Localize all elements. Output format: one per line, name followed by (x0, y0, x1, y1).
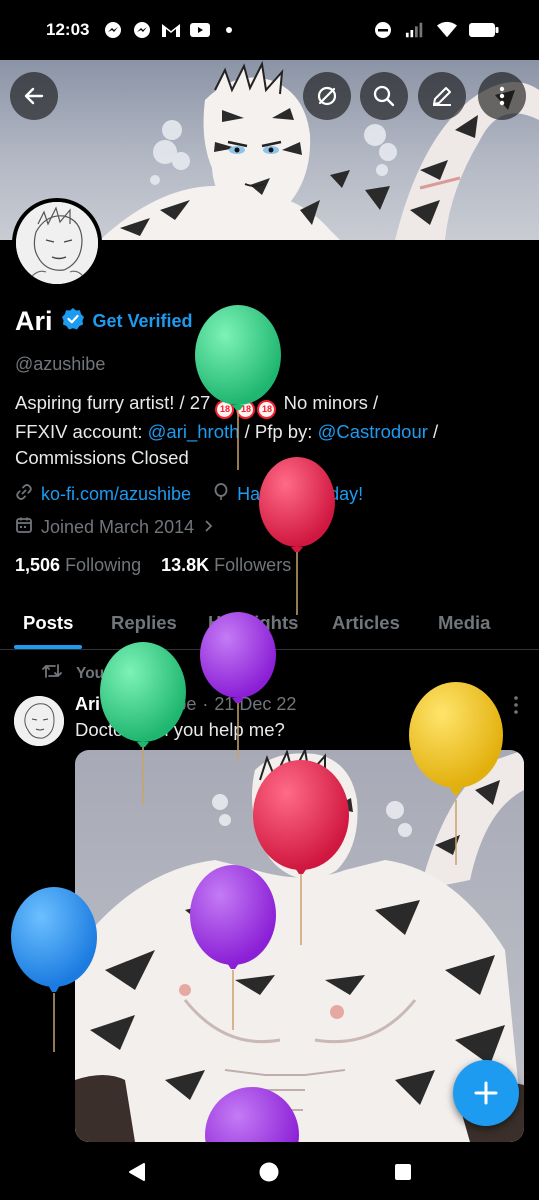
nav-recents-button[interactable] (386, 1155, 420, 1189)
plus-icon (474, 1081, 498, 1105)
following-stat[interactable]: 1,506 Following (15, 555, 141, 576)
no-minors-18-icon: 18 (236, 400, 256, 419)
bio-link-pfp-artist[interactable]: @Castrodour (318, 421, 428, 442)
more-vertical-icon (499, 86, 505, 106)
joined-date[interactable]: Joined March 2014 (15, 516, 216, 539)
post-more-button[interactable] (506, 694, 526, 716)
search-button[interactable] (360, 72, 408, 120)
profile-avatar[interactable] (12, 198, 102, 288)
tab-replies[interactable]: Replies (111, 612, 177, 634)
tab-posts[interactable]: Posts (23, 612, 73, 634)
follow-stats: 1,506 Following 13.8K Followers (15, 555, 291, 576)
profile-tabs: Posts Replies Highlights Articles Media (0, 598, 539, 650)
calendar-icon (15, 516, 33, 539)
grok-button[interactable] (303, 72, 351, 120)
birthday-text[interactable]: Happy birthday! (237, 484, 363, 505)
edit-icon (433, 87, 451, 106)
bio-line-3: Commissions Closed (15, 447, 189, 468)
post-text: Doctor, can you help me? (75, 719, 285, 740)
profile-meta-links: ko-fi.com/azushibe Happy birthday! (15, 483, 363, 506)
website-link[interactable]: ko-fi.com/azushibe (41, 484, 191, 505)
wifi-icon (437, 20, 457, 40)
post-author-avatar[interactable] (14, 696, 64, 746)
rocket-slash-icon (317, 86, 337, 106)
post-separator: · (202, 694, 209, 714)
profile-name: Ari (15, 306, 53, 336)
more-button[interactable] (478, 72, 526, 120)
search-icon (373, 85, 395, 107)
signal-icon (405, 20, 425, 40)
messenger-icon (103, 20, 123, 40)
profile-bio: Aspiring furry artist! / 27 18 18 18 No mi… (15, 390, 515, 471)
compose-post-button[interactable] (453, 1060, 519, 1126)
post-author-name[interactable]: Ari (75, 694, 100, 715)
get-verified-link[interactable]: Get Verified (93, 311, 193, 332)
edit-profile-button[interactable] (418, 72, 466, 120)
balloon-red-1 (259, 457, 335, 615)
home-circle-icon (259, 1162, 279, 1182)
status-time: 12:03 (46, 20, 90, 39)
notification-icons (103, 20, 239, 40)
chevron-right-icon (202, 517, 216, 538)
nav-back-button[interactable] (120, 1155, 154, 1189)
no-minors-18-icon: 18 (257, 400, 277, 419)
no-minors-18-icon: 18 (215, 400, 235, 419)
followers-stat[interactable]: 13.8K Followers (161, 555, 291, 576)
profile-handle: @azushibe (15, 354, 106, 374)
verified-badge-icon (61, 307, 85, 336)
system-nav-bar (0, 1142, 539, 1200)
messenger-icon (132, 20, 152, 40)
tab-highlights[interactable]: Highlights (208, 612, 298, 634)
tab-media[interactable]: Media (438, 612, 490, 634)
tab-articles[interactable]: Articles (332, 612, 400, 634)
post-header: Ari @azushibe · 21 Dec 22 (75, 694, 296, 715)
recents-square-icon (395, 1164, 411, 1180)
back-button[interactable] (10, 72, 58, 120)
post-date[interactable]: 21 Dec 22 (214, 694, 296, 715)
bio-line-2: FFXIV account: @ari_hroth / Pfp by: @Cas… (15, 421, 439, 442)
bio-link-ffxiv[interactable]: @ari_hroth (148, 421, 240, 442)
back-triangle-icon (129, 1163, 145, 1181)
balloon-icon (213, 483, 229, 506)
avatar-sketch (16, 202, 98, 284)
youtube-icon (190, 20, 211, 40)
link-icon (15, 483, 33, 506)
repost-indicator: You reposted (42, 662, 174, 685)
post-author-handle[interactable]: @azushibe (106, 694, 196, 715)
back-icon (24, 87, 44, 105)
active-tab-indicator (14, 645, 82, 649)
system-icons (373, 20, 499, 40)
status-bar: 12:03 (0, 0, 539, 60)
nav-home-button[interactable] (252, 1155, 286, 1189)
profile-name-row: Ari Get Verified (15, 306, 193, 337)
repost-icon (42, 662, 62, 685)
battery-icon (469, 20, 499, 40)
do-not-disturb-icon (373, 20, 393, 40)
more-vertical-icon (514, 696, 518, 714)
bio-line-1: Aspiring furry artist! / 27 18 18 18 No mi… (15, 390, 515, 419)
dot-icon (219, 20, 239, 40)
gmail-icon (161, 20, 181, 40)
